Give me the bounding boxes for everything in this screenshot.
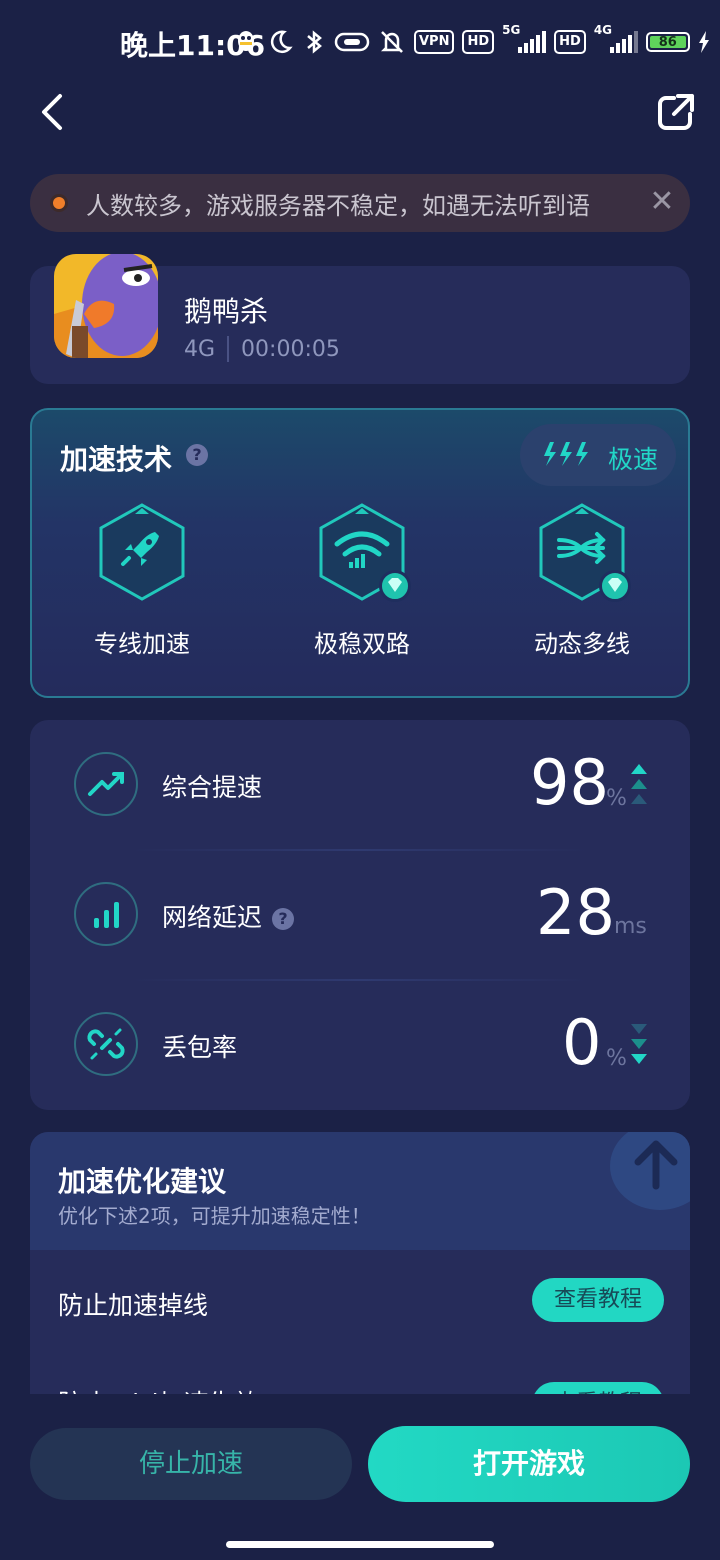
suggestion-label: 防止WiFi加速失效	[58, 1384, 259, 1394]
trend-up-icon	[74, 752, 138, 816]
home-indicator[interactable]	[226, 1541, 494, 1548]
stop-acceleration-button[interactable]: 停止加速	[30, 1428, 352, 1500]
hd-badge-1: HD	[462, 30, 495, 54]
status-bar: 晚上11:06 VPN HD 5G HD 4G 86	[0, 0, 720, 80]
stat-value: 28	[536, 876, 615, 949]
stat-label: 丢包率	[162, 1033, 238, 1062]
close-icon[interactable]: ✕	[646, 186, 678, 218]
feature-hexagon	[317, 502, 411, 602]
share-button[interactable]	[652, 88, 700, 136]
help-icon[interactable]: ?	[186, 444, 208, 466]
feature-name: 动态多线	[534, 630, 630, 658]
feature-dynamic-multiline[interactable]: 动态多线	[512, 502, 652, 659]
battery-icon: 86	[645, 32, 690, 52]
notice-banner: 人数较多，游戏服务器不稳定，如遇无法听到语 ✕	[30, 174, 690, 232]
optimization-subtitle: 优化下述2项，可提升加速稳定性！	[58, 1204, 371, 1228]
notice-dot-icon	[50, 194, 68, 212]
chevron-left-icon	[42, 94, 62, 130]
view-tutorial-button[interactable]: 查看教程	[532, 1382, 664, 1394]
notice-text: 人数较多，游戏服务器不稳定，如遇无法听到语	[86, 192, 590, 220]
arrows-down-icon	[631, 1024, 647, 1064]
lightning-icon	[544, 442, 588, 466]
arrow-up-icon	[634, 1140, 678, 1190]
stat-unit: ms	[614, 914, 647, 939]
external-link-icon	[658, 94, 694, 130]
stat-row-packet-loss: 丢包率 0 %	[30, 980, 690, 1110]
open-game-button[interactable]: 打开游戏	[368, 1426, 690, 1502]
arrows-up-icon	[631, 764, 647, 804]
charging-icon	[698, 31, 709, 53]
game-timer: 00:00:05	[241, 336, 340, 362]
optimization-title: 加速优化建议	[58, 1165, 227, 1198]
battery-level: 86	[649, 36, 686, 50]
diamond-icon	[599, 570, 631, 602]
hd-badge-2: HD	[554, 30, 586, 54]
signal-bars-icon	[74, 882, 138, 946]
optimization-card: 加速优化建议 优化下述2项，可提升加速稳定性！ 防止加速掉线 查看教程 防止Wi…	[30, 1132, 690, 1394]
broken-link-icon	[74, 1012, 138, 1076]
stat-value: 98	[530, 746, 609, 819]
meta-divider	[227, 336, 230, 362]
diamond-icon	[379, 570, 411, 602]
back-button[interactable]	[34, 92, 74, 132]
speed-mode-label: 极速	[608, 445, 659, 474]
feature-stable-dual[interactable]: 极稳双路	[292, 502, 432, 659]
acceleration-tech-card: 加速技术 ? 极速 专线加速 极稳双路 动态多线	[30, 408, 690, 698]
game-title: 鹅鸭杀	[184, 295, 269, 328]
game-meta: 4G 00:00:05	[184, 336, 340, 362]
qq-icon	[238, 31, 254, 51]
feature-name: 专线加速	[94, 630, 190, 658]
status-icons: VPN HD 5G HD 4G 86	[234, 23, 710, 58]
stat-unit: %	[606, 1046, 627, 1071]
help-icon[interactable]: ?	[272, 908, 295, 930]
vpn-badge: VPN	[414, 30, 455, 54]
game-card: 鹅鸭杀 4G 00:00:05	[30, 254, 690, 384]
feature-hexagon	[537, 502, 631, 602]
nfc-icon	[334, 32, 370, 52]
stat-row-latency: 网络延迟? 28 ms	[30, 850, 690, 980]
speed-mode-pill[interactable]: 极速	[520, 424, 676, 486]
signal-4g: 4G	[594, 23, 638, 53]
stat-label: 网络延迟?	[162, 898, 295, 934]
feature-name: 极稳双路	[314, 630, 410, 658]
optimization-header: 加速优化建议 优化下述2项，可提升加速稳定性！	[30, 1132, 690, 1250]
tech-title: 加速技术	[60, 443, 173, 476]
signal-5g: 5G	[502, 23, 547, 53]
bluetooth-icon	[307, 30, 322, 54]
stat-row-boost: 综合提速 98 %	[30, 720, 690, 850]
stat-unit: %	[606, 786, 627, 811]
game-network: 4G	[184, 336, 216, 362]
game-icon	[54, 254, 158, 358]
moon-icon	[270, 30, 293, 54]
feature-hexagon	[97, 502, 187, 602]
stat-value: 0	[562, 1006, 602, 1079]
mute-icon	[380, 31, 404, 53]
stats-card: 综合提速 98 % 网络延迟? 28 ms 丢包率 0 %	[30, 720, 690, 1110]
stat-label: 综合提速	[162, 773, 263, 802]
suggestion-label: 防止加速掉线	[58, 1291, 209, 1320]
feature-dedicated-line[interactable]: 专线加速	[72, 502, 212, 659]
view-tutorial-button[interactable]: 查看教程	[532, 1278, 664, 1322]
